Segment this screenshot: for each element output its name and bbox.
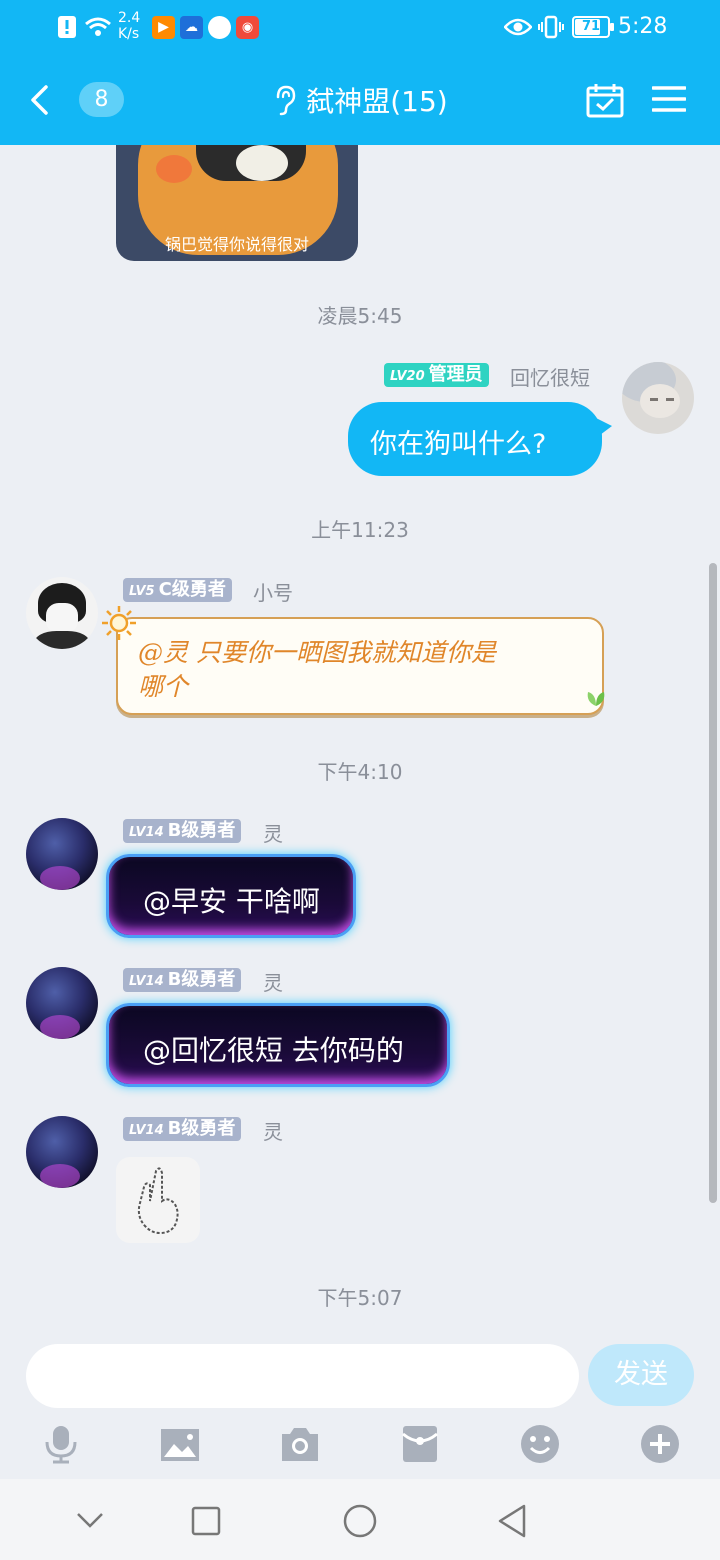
avatar[interactable] [622, 362, 694, 434]
image-message[interactable] [116, 1157, 200, 1243]
image-icon[interactable] [160, 1424, 200, 1464]
hand-gesture-icon [137, 1167, 179, 1235]
leaf-icon [587, 692, 605, 706]
emoji-icon[interactable] [520, 1424, 560, 1464]
browser-app-icon [208, 16, 231, 39]
wifi-icon [85, 17, 111, 36]
sender-name: 灵 [263, 971, 283, 995]
sticker-image[interactable]: 锅巴觉得你说得很对 [116, 145, 358, 261]
sender-name: 回忆很短 [510, 366, 590, 390]
message-bubble-themed[interactable]: @灵 只要你一晒图我就知道你是 哪个 [116, 617, 604, 715]
mic-icon[interactable] [41, 1424, 81, 1464]
level-badge: LV14 B级勇者 [123, 819, 242, 843]
battery-icon: 71 [572, 16, 614, 38]
timestamp: 下午4:10 [317, 760, 403, 784]
sender-name: 灵 [263, 822, 283, 846]
radio-app-icon: ◉ [236, 16, 259, 39]
level-badge: LV14 B级勇者 [123, 968, 242, 992]
weather-app-icon: ☁ [180, 16, 203, 39]
nav-down-icon[interactable] [76, 1510, 104, 1530]
net-speed-value: 2.4 [118, 10, 141, 26]
eye-icon [504, 18, 532, 36]
vibrate-icon [538, 15, 564, 39]
message-input[interactable] [26, 1344, 579, 1408]
sun-icon [102, 606, 136, 640]
send-button[interactable]: 发送 [588, 1344, 694, 1406]
plus-icon[interactable] [640, 1424, 680, 1464]
net-speed-unit: K/s [118, 26, 140, 42]
sticker-caption: 锅巴觉得你说得很对 [164, 235, 309, 254]
avatar[interactable] [26, 967, 98, 1039]
camera-icon[interactable] [280, 1424, 320, 1464]
message-bubble-galaxy[interactable]: @早安 干啥啊 [106, 854, 356, 938]
level-badge: LV20 管理员 [384, 363, 489, 387]
ear-icon [277, 85, 296, 116]
nav-back-icon[interactable] [497, 1504, 527, 1538]
message-bubble-galaxy[interactable]: @回忆很短 去你码的 [106, 1003, 450, 1087]
menu-icon[interactable] [652, 85, 686, 113]
group-title-text: 弑神盟(15) [306, 85, 448, 118]
avatar[interactable] [26, 577, 98, 649]
battery-level: 71 [581, 19, 601, 34]
alert-icon [58, 16, 76, 38]
level-badge: LV14 B级勇者 [123, 1117, 242, 1141]
nav-home-icon[interactable] [343, 1504, 377, 1538]
scrollbar[interactable] [709, 563, 717, 1203]
timestamp: 下午5:07 [317, 1286, 403, 1310]
calendar-check-icon[interactable] [586, 82, 624, 118]
sender-name: 灵 [263, 1120, 283, 1144]
timestamp: 凌晨5:45 [317, 304, 403, 328]
top-bar: 2.4 K/s ▶ ☁ ◉ 71 5:28 8 弑神盟(15) [0, 0, 720, 145]
status-time: 5:28 [618, 14, 668, 39]
avatar[interactable] [26, 818, 98, 890]
timestamp: 上午11:23 [311, 518, 409, 542]
nav-recents-icon[interactable] [191, 1506, 221, 1536]
level-badge: LV5 C级勇者 [123, 578, 232, 602]
system-nav-bar [0, 1479, 720, 1560]
avatar[interactable] [26, 1116, 98, 1188]
bubble-tail [596, 418, 612, 438]
video-app-icon: ▶ [152, 16, 175, 39]
message-bubble-self[interactable]: 你在狗叫什么? [348, 402, 602, 476]
sender-name: 小号 [253, 581, 293, 605]
red-packet-icon[interactable] [400, 1424, 440, 1464]
